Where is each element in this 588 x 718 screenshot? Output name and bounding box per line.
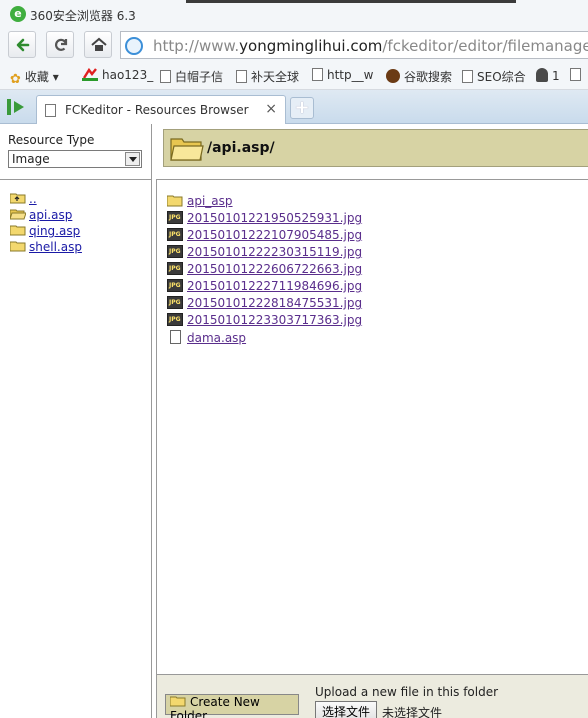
tree-item-parent[interactable]: .. [10, 192, 37, 208]
folder-icon [167, 195, 183, 207]
nav-bar: http://www.yongminglihui.com/fckeditor/e… [0, 28, 588, 62]
hacker-icon [536, 68, 548, 82]
bookmark-overflow[interactable] [570, 68, 585, 82]
file-list: api_asp 20150101221950525931.jpg 2015010… [156, 180, 588, 674]
upload-label: Upload a new file in this folder [315, 685, 499, 699]
bookmark-favorites[interactable]: ✿ 收藏 ▾ [10, 68, 59, 87]
current-folder-header: /api.asp/ [163, 129, 588, 167]
chevron-down-icon[interactable] [125, 152, 140, 166]
page-icon [236, 70, 247, 83]
list-item[interactable]: 20150101223303717363.jpg [167, 313, 362, 329]
bookmark-hacker[interactable]: 1 [536, 68, 560, 83]
list-item[interactable]: 20150101222107905485.jpg [167, 228, 362, 244]
folder-icon [10, 241, 26, 252]
create-folder-button[interactable]: Create New Folder [165, 694, 299, 718]
file-icon [170, 330, 181, 344]
list-item[interactable]: 20150101222230315119.jpg [167, 245, 362, 261]
tree-item-qing-asp[interactable]: qing.asp [10, 224, 80, 240]
browser-logo-icon: e [10, 6, 26, 22]
hao123-icon [82, 68, 98, 81]
home-icon [91, 37, 107, 51]
url-text[interactable]: http://www.yongminglihui.com/fckeditor/e… [153, 37, 588, 55]
list-item[interactable]: 20150101222818475531.jpg [167, 296, 362, 312]
folder-icon [170, 696, 186, 707]
page-icon [570, 68, 581, 81]
jpg-file-icon [167, 313, 183, 326]
resource-type-label: Resource Type [8, 133, 95, 147]
back-button[interactable] [8, 31, 36, 58]
window-title: 360安全浏览器 6.3 [30, 9, 136, 23]
site-security-icon [125, 37, 143, 55]
list-item[interactable]: 20150101222606722663.jpg [167, 262, 362, 278]
choose-file-button[interactable]: 选择文件 [315, 701, 377, 718]
refresh-button[interactable] [46, 31, 74, 58]
google-icon [386, 69, 400, 83]
bookmark-hao123[interactable]: hao123_ [82, 68, 153, 82]
no-file-chosen-text: 未选择文件 [382, 706, 443, 718]
current-folder-path: /api.asp/ [207, 140, 275, 156]
jpg-file-icon [167, 245, 183, 258]
folder-icon [10, 225, 26, 236]
tree-item-api-asp[interactable]: api.asp [10, 208, 72, 224]
jpg-file-icon [167, 228, 183, 241]
bookmark-butian[interactable]: 补天全球 [236, 68, 299, 85]
bookmark-google[interactable]: 谷歌搜索 [386, 68, 452, 85]
action-bar: Create New Folder Upload a new file in t… [156, 674, 588, 718]
refresh-icon [55, 38, 68, 51]
folder-open-icon [170, 138, 204, 161]
jpg-file-icon [167, 262, 183, 275]
tab-close-icon[interactable]: × [265, 101, 277, 117]
address-bar[interactable]: http://www.yongminglihui.com/fckeditor/e… [120, 31, 588, 59]
list-item[interactable]: api_asp [167, 194, 233, 210]
folder-tree: .. api.asp qing.asp shell.asp [0, 180, 152, 718]
star-icon: ✿ [10, 72, 21, 87]
jpg-file-icon [167, 296, 183, 309]
resource-type-select[interactable]: Image [8, 150, 142, 168]
tab-fckeditor[interactable]: FCKeditor - Resources Browser × [36, 95, 286, 124]
jpg-file-icon [167, 211, 183, 224]
page-icon [462, 70, 473, 83]
resource-type-frame: Resource Type Image [0, 124, 152, 180]
folder-up-icon [10, 193, 26, 204]
window-drag-handle[interactable] [186, 0, 516, 3]
back-arrow-icon [16, 38, 30, 52]
new-tab-button[interactable]: + [290, 97, 314, 119]
bookmark-baimaozi[interactable]: 白帽子信 [160, 68, 223, 85]
resources-browser: Resource Type Image .. api.asp qing.asp … [0, 124, 588, 718]
folder-open-icon [10, 209, 26, 220]
list-item[interactable]: 20150101221950525931.jpg [167, 211, 362, 227]
tree-item-shell-asp[interactable]: shell.asp [10, 240, 82, 256]
title-bar: e 360安全浏览器 6.3 [0, 0, 588, 28]
resource-type-value: Image [12, 152, 50, 166]
page-icon [45, 104, 56, 117]
bookmark-http[interactable]: http__w [312, 68, 373, 82]
list-item[interactable]: dama.asp [167, 330, 246, 346]
bookmark-seo[interactable]: SEO综合 [462, 68, 526, 85]
tab-label: FCKeditor - Resources Browser [65, 103, 249, 117]
sidebar-toggle-icon[interactable] [6, 97, 28, 117]
home-button[interactable] [84, 31, 112, 58]
bookmarks-bar: ✿ 收藏 ▾ hao123_ 白帽子信 补天全球 http__w 谷歌搜索 SEO… [0, 62, 588, 90]
jpg-file-icon [167, 279, 183, 292]
page-icon [312, 68, 323, 81]
page-icon [160, 70, 171, 83]
tab-strip: FCKeditor - Resources Browser × + [0, 90, 588, 124]
list-item[interactable]: 20150101222711984696.jpg [167, 279, 362, 295]
